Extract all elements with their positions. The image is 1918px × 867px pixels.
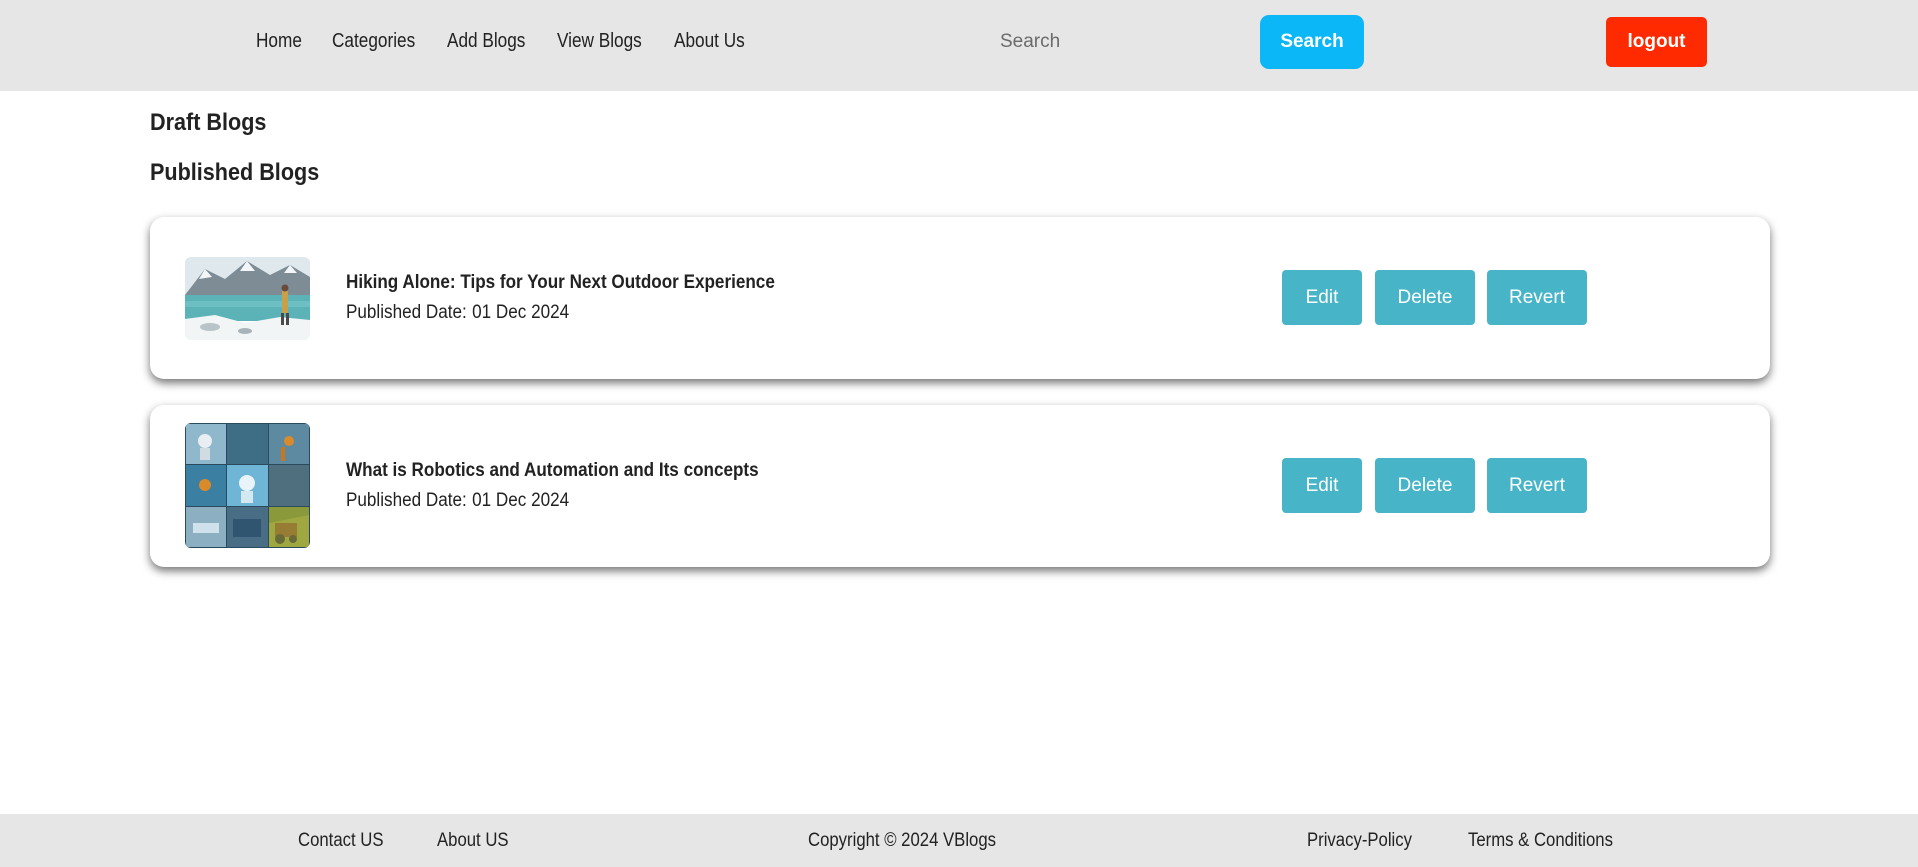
nav-categories[interactable]: Categories [332,30,415,53]
footer-privacy-link[interactable]: Privacy-Policy [1307,830,1412,852]
published-date-label: Published Date: [346,490,467,511]
logout-button[interactable]: logout [1606,17,1707,67]
robotics-collage-thumbnail [185,423,310,548]
revert-button[interactable]: Revert [1487,458,1587,513]
blog-title[interactable]: What is Robotics and Automation and Its … [346,460,759,482]
nav-about-us[interactable]: About Us [674,30,745,53]
published-date-value: 01 Dec 2024 [472,302,570,323]
blog-card: Hiking Alone: Tips for Your Next Outdoor… [150,217,1770,379]
blog-card: What is Robotics and Automation and Its … [150,405,1770,567]
footer: Contact US About US Copyright © 2024 VBl… [0,814,1918,867]
published-date-value: 01 Dec 2024 [472,490,570,511]
search-button[interactable]: Search [1260,15,1364,69]
hiking-lake-thumbnail [185,257,310,340]
edit-button[interactable]: Edit [1282,458,1362,513]
footer-copyright: Copyright © 2024 VBlogs [808,830,996,851]
blog-published-date: Published Date: 01 Dec 2024 [346,302,569,324]
edit-button[interactable]: Edit [1282,270,1362,325]
published-date-label: Published Date: [346,302,467,323]
nav-home[interactable]: Home [256,30,302,53]
draft-blogs-heading: Draft Blogs [150,109,267,136]
revert-button[interactable]: Revert [1487,270,1587,325]
search-input[interactable] [1000,24,1230,60]
nav-view-blogs[interactable]: View Blogs [557,30,642,53]
delete-button[interactable]: Delete [1375,458,1475,513]
delete-button[interactable]: Delete [1375,270,1475,325]
published-blogs-heading: Published Blogs [150,159,320,186]
footer-about-link[interactable]: About US [437,830,509,852]
blog-title[interactable]: Hiking Alone: Tips for Your Next Outdoor… [346,272,775,294]
footer-terms-link[interactable]: Terms & Conditions [1468,830,1613,852]
nav-add-blogs[interactable]: Add Blogs [447,30,525,53]
navbar: Home Categories Add Blogs View Blogs Abo… [0,0,1918,91]
blog-published-date: Published Date: 01 Dec 2024 [346,490,569,512]
footer-contact-link[interactable]: Contact US [298,830,383,852]
